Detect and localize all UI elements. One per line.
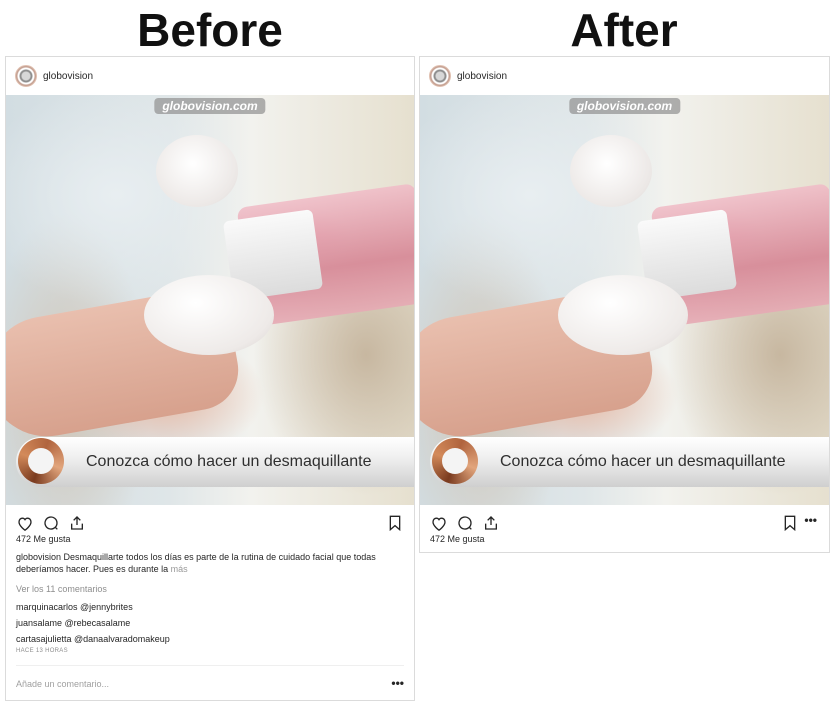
post-username[interactable]: globovision (43, 71, 93, 82)
comment-icon[interactable] (456, 514, 474, 532)
comment-username[interactable]: juansalame (16, 618, 62, 628)
avatar[interactable] (429, 65, 451, 87)
post-image[interactable]: globovision.com Conozca cómo hacer un de… (6, 95, 414, 505)
comment-text[interactable]: @rebecasalame (62, 618, 131, 628)
before-heading: Before (137, 4, 283, 56)
likes-count[interactable]: 472 Me gusta (16, 534, 71, 544)
bookmark-icon[interactable] (781, 514, 799, 532)
caption-username[interactable]: globovision (16, 552, 61, 562)
comment-item: cartasajulietta @danaalvaradomakeup (16, 634, 170, 644)
cotton-pad-shape (144, 275, 274, 355)
image-watermark: globovision.com (154, 98, 266, 114)
avatar[interactable] (15, 65, 37, 87)
bookmark-icon[interactable] (386, 514, 404, 532)
cotton-pad-shape (156, 135, 238, 207)
post-header: globovision (420, 57, 829, 95)
image-banner: Conozca cómo hacer un desmaquillante (430, 437, 829, 487)
post-card-before: globovision globovision.com Conozca cómo… (5, 56, 415, 701)
more-options-button[interactable]: ••• (804, 513, 817, 527)
comment-item: juansalame @rebecasalame (16, 618, 130, 628)
view-comments-link[interactable]: Ver los 11 comentarios (16, 584, 107, 594)
add-comment-input[interactable]: Añade un comentario... (16, 679, 109, 689)
divider (16, 665, 404, 666)
image-watermark: globovision.com (568, 98, 681, 114)
banner-text: Conozca cómo hacer un desmaquillante (500, 453, 786, 470)
caption-more-link[interactable]: más (168, 564, 188, 574)
caption-text: Desmaquillarte todos los días es parte d… (16, 552, 376, 574)
post-header: globovision (6, 57, 414, 95)
heart-icon[interactable] (16, 514, 34, 532)
comment-icon[interactable] (42, 514, 60, 532)
share-icon[interactable] (482, 514, 500, 532)
likes-count[interactable]: 472 Me gusta (430, 534, 485, 544)
heart-icon[interactable] (430, 514, 448, 532)
comment-text[interactable]: @jennybrites (78, 602, 133, 612)
post-caption: globovision Desmaquillarte todos los día… (16, 551, 400, 575)
after-heading: After (570, 4, 678, 56)
image-banner: Conozca cómo hacer un desmaquillante (16, 437, 414, 487)
post-card-after: globovision globovision.com Conozca cómo… (419, 56, 830, 553)
comment-username[interactable]: cartasajulietta (16, 634, 72, 644)
cotton-pad-shape (570, 135, 652, 207)
banner-text: Conozca cómo hacer un desmaquillante (86, 453, 372, 470)
globovision-logo-icon (18, 438, 64, 484)
post-actions (430, 513, 799, 533)
post-actions (16, 513, 404, 533)
post-image[interactable]: globovision.com Conozca cómo hacer un de… (420, 95, 829, 505)
more-options-button[interactable]: ••• (391, 676, 404, 690)
comment-item: marquinacarlos @jennybrites (16, 602, 133, 612)
post-timestamp[interactable]: HACE 13 HORAS (16, 648, 68, 654)
share-icon[interactable] (68, 514, 86, 532)
comment-username[interactable]: marquinacarlos (16, 602, 78, 612)
globovision-logo-icon (432, 438, 478, 484)
post-username[interactable]: globovision (457, 71, 507, 82)
comment-text[interactable]: @danaalvaradomakeup (72, 634, 170, 644)
cotton-pad-shape (558, 275, 688, 355)
